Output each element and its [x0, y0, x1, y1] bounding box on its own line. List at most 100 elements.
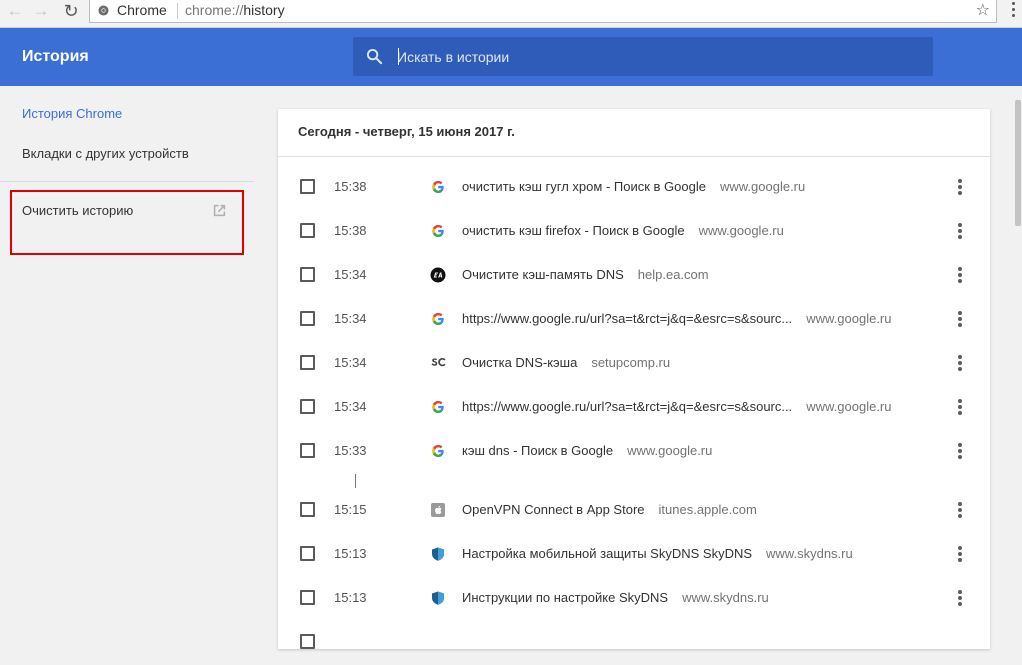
history-entry[interactable]: Очистка DNS-кэша setupcomp.ru	[462, 342, 670, 384]
visit-time: 15:34	[334, 355, 367, 370]
more-actions-icon[interactable]	[958, 267, 962, 283]
entry-title[interactable]: Очистка DNS-кэша	[462, 355, 577, 370]
history-row[interactable]: 15:34 https://www.google.ru/url?sa=t&rct…	[278, 386, 990, 430]
google-icon	[432, 313, 444, 325]
more-actions-icon[interactable]	[958, 399, 962, 415]
history-entry[interactable]: https://www.google.ru/url?sa=t&rct=j&q=&…	[462, 298, 892, 340]
entry-title[interactable]: кэш dns - Поиск в Google	[462, 443, 613, 458]
chip-separator	[177, 3, 178, 19]
sidebar: История Chrome Вкладки с других устройст…	[0, 86, 258, 636]
entry-domain: www.google.ru	[806, 311, 892, 326]
row-checkbox[interactable]	[300, 267, 315, 282]
google-icon	[432, 181, 444, 193]
reload-icon[interactable]: ↻	[60, 0, 82, 24]
history-row[interactable]: 15:38 очистить кэш firefox - Поиск в Goo…	[278, 210, 990, 254]
more-actions-icon[interactable]	[958, 179, 962, 195]
entry-title[interactable]: https://www.google.ru/url?sa=t&rct=j&q=&…	[462, 399, 792, 414]
page-title: История	[22, 48, 89, 65]
history-card: Сегодня - четверг, 15 июня 2017 г. 15:38…	[278, 109, 990, 649]
entry-domain: www.google.ru	[806, 399, 892, 414]
more-actions-icon[interactable]	[958, 223, 962, 239]
forward-arrow-icon[interactable]: →	[30, 0, 52, 24]
visit-time: 15:34	[334, 267, 367, 282]
entry-title[interactable]: https://www.google.ru/url?sa=t&rct=j&q=&…	[462, 311, 792, 326]
history-row[interactable]: 15:34 Очистка DNS-кэша setupcomp.ru	[278, 342, 990, 386]
history-row[interactable]: 15:15 OpenVPN Connect в App Store itunes.…	[278, 489, 990, 533]
url-text[interactable]: chrome://history	[185, 0, 285, 21]
sc-icon	[431, 358, 446, 367]
search-icon	[366, 48, 383, 65]
row-checkbox[interactable]	[300, 634, 315, 649]
more-actions-icon[interactable]	[958, 590, 962, 606]
sidebar-item-other-devices[interactable]: Вкладки с других устройств	[22, 146, 189, 162]
more-actions-icon[interactable]	[958, 502, 962, 518]
row-checkbox[interactable]	[300, 399, 315, 414]
search-box[interactable]	[353, 37, 933, 76]
visit-time: 15:13	[334, 590, 367, 605]
highlight-annotation	[10, 190, 244, 255]
row-checkbox[interactable]	[300, 502, 315, 517]
history-row[interactable]: 15:38 очистить кэш гугл хром - Поиск в G…	[278, 166, 990, 210]
sidebar-divider	[0, 181, 254, 182]
browser-toolbar: ← → ↻ Chrome chrome://history ☆	[0, 0, 1022, 28]
history-row[interactable]: 15:13 Инструкции по настройке SkyDNS www.…	[278, 577, 990, 621]
history-entry[interactable]: очистить кэш гугл хром - Поиск в Google w…	[462, 166, 805, 208]
apple-icon	[431, 503, 445, 517]
row-checkbox[interactable]	[300, 355, 315, 370]
ea-icon	[430, 267, 446, 283]
row-checkbox[interactable]	[300, 443, 315, 458]
visit-time: 15:34	[334, 399, 367, 414]
chrome-icon	[98, 5, 109, 16]
entry-domain: www.google.ru	[719, 179, 806, 194]
card-divider	[278, 156, 990, 157]
entry-title[interactable]: Инструкции по настройке SkyDNS	[462, 590, 668, 605]
row-checkbox[interactable]	[300, 590, 315, 605]
more-actions-icon[interactable]	[958, 546, 962, 562]
visit-time: 15:34	[334, 311, 367, 326]
address-bar[interactable]: Chrome chrome://history ☆	[89, 0, 997, 23]
history-row[interactable]	[278, 621, 990, 665]
date-heading: Сегодня - четверг, 15 июня 2017 г.	[298, 124, 515, 139]
entry-title[interactable]: очистить кэш firefox - Поиск в Google	[462, 223, 685, 238]
entry-domain: www.skydns.ru	[682, 590, 769, 605]
text-cursor	[398, 48, 399, 65]
page-scrollbar[interactable]	[1012, 86, 1022, 636]
more-actions-icon[interactable]	[958, 355, 962, 371]
visit-time: 15:38	[334, 179, 367, 194]
row-checkbox[interactable]	[300, 311, 315, 326]
entry-title[interactable]: OpenVPN Connect в App Store	[462, 502, 645, 517]
entry-domain: www.google.ru	[698, 223, 784, 238]
history-row[interactable]: 15:13 Настройка мобильной защиты SkyDNS …	[278, 533, 990, 577]
entry-title[interactable]: Настройка мобильной защиты SkyDNS SkyDNS	[462, 546, 752, 561]
search-input[interactable]	[397, 37, 917, 76]
scroll-thumb[interactable]	[1015, 100, 1021, 226]
browser-menu-icon[interactable]	[1012, 2, 1016, 20]
history-row[interactable]: 15:34 https://www.google.ru/url?sa=t&rct…	[278, 298, 990, 342]
url-scheme: chrome://	[185, 2, 244, 18]
site-chip-label: Chrome	[117, 2, 167, 18]
more-actions-icon[interactable]	[958, 443, 962, 459]
back-arrow-icon[interactable]: ←	[4, 0, 26, 24]
history-entry[interactable]: кэш dns - Поиск в Google www.google.ru	[462, 430, 712, 472]
entry-domain: help.ea.com	[637, 267, 709, 282]
entry-title[interactable]: Очистите кэш-память DNS	[462, 267, 624, 282]
bookmark-star-icon[interactable]: ☆	[976, 0, 990, 21]
history-row[interactable]: 15:33 кэш dns - Поиск в Google www.google…	[278, 430, 990, 474]
history-row[interactable]: 15:34 Очистите кэш-память DNS help.ea.com	[278, 254, 990, 298]
row-checkbox[interactable]	[300, 179, 315, 194]
more-actions-icon[interactable]	[958, 311, 962, 327]
google-icon	[432, 225, 444, 237]
row-checkbox[interactable]	[300, 223, 315, 238]
sidebar-item-chrome-history[interactable]: История Chrome	[22, 106, 122, 122]
shield-icon	[432, 547, 444, 561]
history-entry[interactable]: Настройка мобильной защиты SkyDNS SkyDNS…	[462, 533, 853, 575]
history-entry[interactable]: https://www.google.ru/url?sa=t&rct=j&q=&…	[462, 386, 892, 428]
history-entry[interactable]: OpenVPN Connect в App Store itunes.apple.…	[462, 489, 757, 531]
history-entry[interactable]: Очистите кэш-память DNS help.ea.com	[462, 254, 709, 296]
url-path: history	[243, 2, 285, 18]
history-entry[interactable]: очистить кэш firefox - Поиск в Google www…	[462, 210, 784, 252]
visit-time: 15:38	[334, 223, 367, 238]
history-entry[interactable]: Инструкции по настройке SkyDNS www.skydns…	[462, 577, 769, 619]
entry-title[interactable]: очистить кэш гугл хром - Поиск в Google	[462, 179, 706, 194]
row-checkbox[interactable]	[300, 546, 315, 561]
